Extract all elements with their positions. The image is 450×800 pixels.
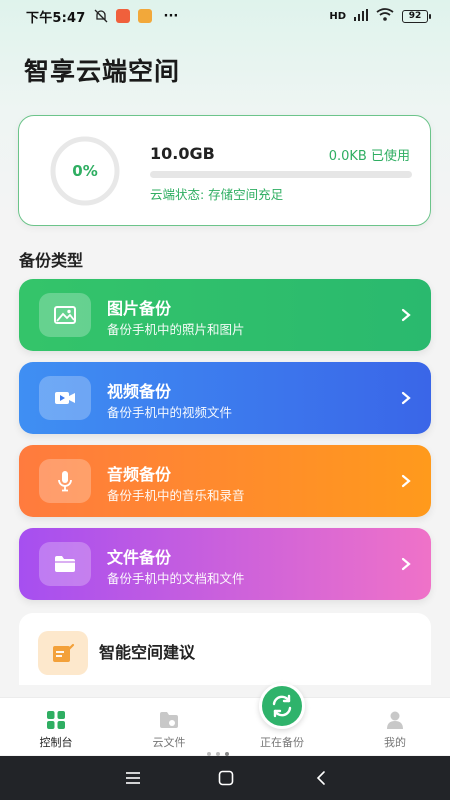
app-notification-icon — [115, 9, 130, 23]
cloud-status: 云端状态: 存储空间充足 — [150, 187, 284, 202]
space-suggestion-card[interactable]: 智能空间建议 — [19, 613, 431, 685]
file-backup-card[interactable]: 文件备份 备份手机中的文档和文件 — [19, 528, 431, 600]
network-type: HD — [329, 10, 346, 22]
signal-icon — [354, 8, 368, 24]
dashboard-icon — [47, 711, 65, 729]
storage-used: 0.0KB 已使用 — [328, 149, 410, 164]
storage-total: 10.0GB — [150, 144, 215, 163]
back-icon[interactable] — [311, 768, 331, 788]
photo-backup-card[interactable]: 图片备份 备份手机中的照片和图片 — [19, 279, 431, 351]
storage-card[interactable]: 0% 10.0GB 0.0KB 已使用 云端状态: 存储空间充足 — [18, 115, 431, 226]
chevron-right-icon — [401, 474, 411, 488]
more-dots: ··· — [163, 8, 179, 24]
home-icon[interactable] — [216, 768, 236, 788]
folder-icon — [39, 542, 91, 586]
chevron-right-icon — [401, 308, 411, 322]
audio-backup-title: 音频备份 — [107, 465, 172, 484]
user-icon — [387, 711, 403, 729]
section-title: 备份类型 — [19, 251, 84, 270]
suggestion-title: 智能空间建议 — [99, 643, 196, 662]
sync-icon — [272, 694, 292, 718]
photo-backup-desc: 备份手机中的照片和图片 — [107, 322, 245, 337]
nav-cloud-files[interactable]: 云文件 — [124, 698, 214, 756]
cloud-folder-icon — [160, 712, 178, 728]
battery-indicator: 92 — [402, 9, 431, 23]
nav-dashboard-label: 控制台 — [39, 736, 73, 749]
image-icon — [39, 293, 91, 337]
storage-usage-bar — [150, 171, 412, 178]
photo-backup-title: 图片备份 — [107, 299, 172, 318]
wifi-icon — [376, 8, 394, 24]
nav-dashboard[interactable]: 控制台 — [11, 698, 101, 756]
video-backup-title: 视频备份 — [107, 382, 172, 401]
status-time: 下午5:47 — [26, 10, 86, 26]
edit-note-icon — [38, 631, 88, 675]
nav-profile[interactable]: 我的 — [350, 698, 440, 756]
system-nav-bar — [0, 756, 450, 800]
file-backup-desc: 备份手机中的文档和文件 — [107, 571, 245, 586]
nav-profile-label: 我的 — [384, 736, 406, 749]
file-backup-title: 文件备份 — [107, 548, 172, 567]
audio-backup-card[interactable]: 音频备份 备份手机中的音乐和录音 — [19, 445, 431, 517]
storage-ring: 0% — [45, 136, 125, 206]
video-backup-desc: 备份手机中的视频文件 — [107, 405, 233, 420]
nav-cloud-files-label: 云文件 — [152, 736, 186, 749]
bottom-nav: 控制台 云文件 我的 — [0, 697, 450, 755]
chevron-right-icon — [401, 391, 411, 405]
chevron-right-icon — [401, 557, 411, 571]
menu-icon[interactable] — [123, 768, 143, 788]
video-icon — [39, 376, 91, 420]
message-notification-icon — [137, 9, 152, 23]
nav-backing-up-label: 正在备份 — [260, 736, 304, 749]
audio-backup-desc: 备份手机中的音乐和录音 — [107, 488, 245, 503]
mute-bell-icon — [94, 9, 108, 23]
backing-up-button[interactable] — [259, 683, 305, 729]
page-title: 智享云端空间 — [24, 57, 181, 86]
storage-percent: 0% — [72, 162, 98, 180]
microphone-icon — [39, 459, 91, 503]
status-bar: 下午5:47 ··· HD 92 — [0, 0, 450, 32]
video-backup-card[interactable]: 视频备份 备份手机中的视频文件 — [19, 362, 431, 434]
